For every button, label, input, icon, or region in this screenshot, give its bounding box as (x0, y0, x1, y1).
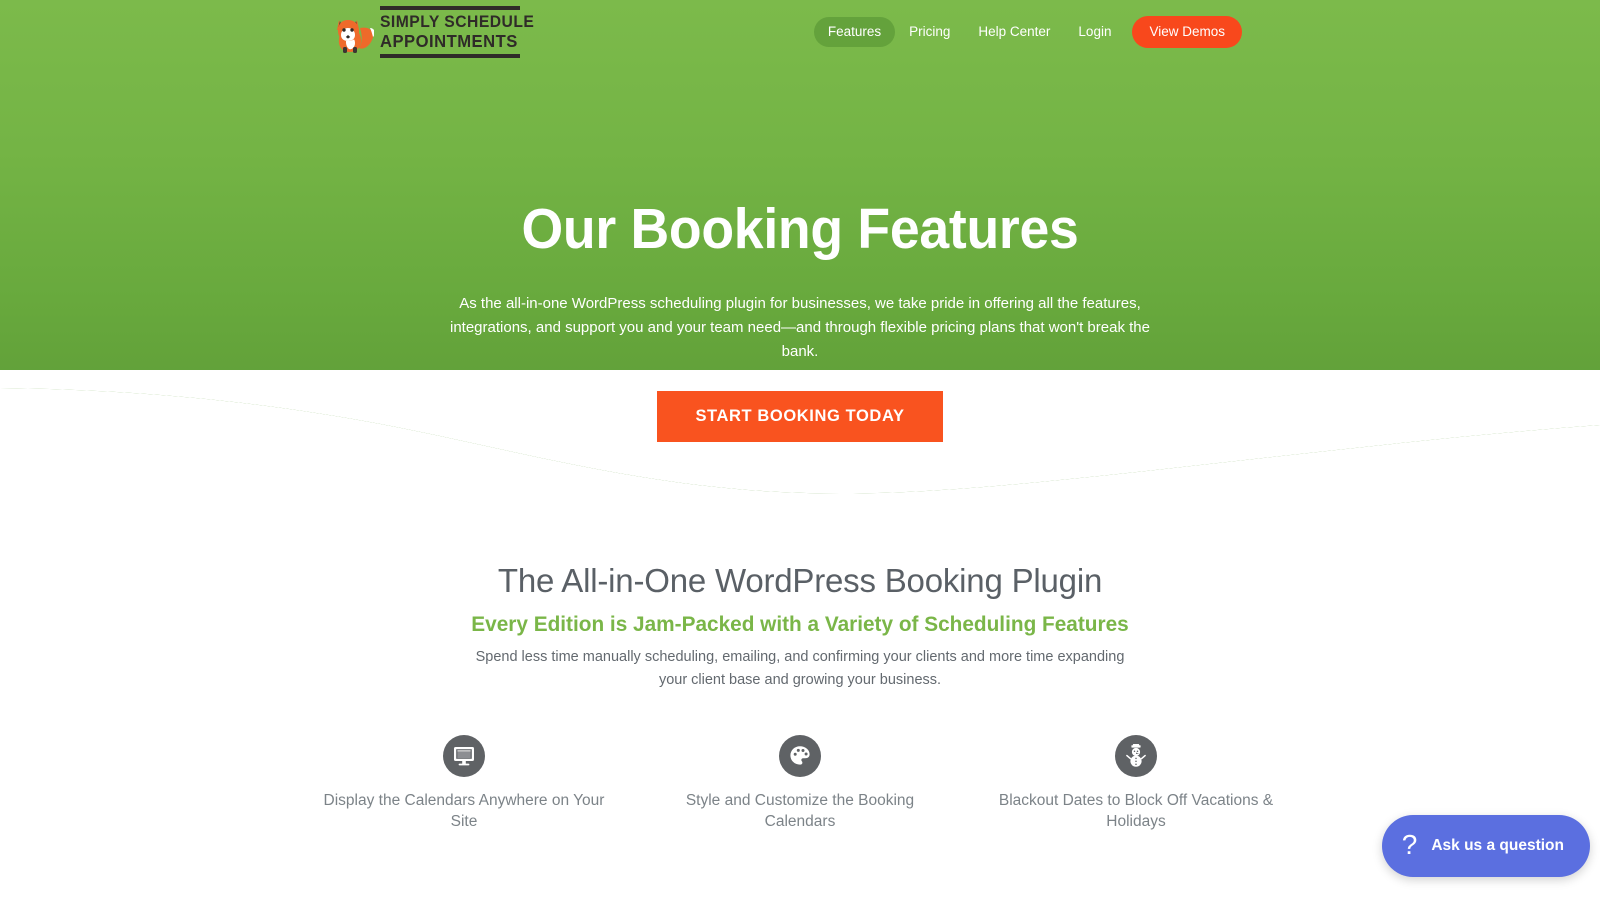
site-logo[interactable]: SIMPLY SCHEDULE APPOINTMENTS (330, 6, 535, 58)
section-subtitle: Every Edition is Jam-Packed with a Varie… (471, 612, 1129, 636)
hero-cta-container: START BOOKING TODAY (0, 390, 1600, 455)
fox-mascot-icon (337, 20, 374, 53)
section-title: The All-in-One WordPress Booking Plugin (497, 562, 1103, 599)
site-header: SIMPLY SCHEDULE APPOINTMENTS Features Pr… (0, 0, 1600, 64)
logo-wordmark: SIMPLY SCHEDULE APPOINTMENTS (380, 6, 535, 58)
intro-section: The All-in-One WordPress Booking Plugin … (0, 560, 1600, 691)
snowman-icon (1115, 735, 1157, 777)
feature-item-blackout-dates: Blackout Dates to Block Off Vacations & … (976, 735, 1296, 833)
logo-text-line-2: APPOINTMENTS (380, 30, 518, 51)
logo-rule-bottom (380, 54, 520, 58)
palette-icon (779, 735, 821, 777)
nav-item-login[interactable]: Login (1064, 17, 1125, 47)
feature-item-style-customize: Style and Customize the Booking Calendar… (640, 735, 960, 833)
nav-item-features[interactable]: Features (813, 17, 896, 47)
chat-widget-label: Ask us a question (1431, 837, 1564, 854)
features-row: Display the Calendars Anywhere on Your S… (0, 735, 1600, 833)
logo-rule-top (380, 6, 520, 10)
nav-item-help-center[interactable]: Help Center (964, 17, 1064, 47)
logo-text-line-1: SIMPLY SCHEDULE (380, 13, 535, 31)
page-root: SIMPLY SCHEDULE APPOINTMENTS Features Pr… (0, 0, 1600, 907)
main-navigation: Features Pricing Help Center Login View … (813, 16, 1242, 48)
feature-caption: Blackout Dates to Block Off Vacations & … (998, 792, 1274, 830)
question-mark-icon: ? (1401, 829, 1418, 860)
feature-item-display-calendars: Display the Calendars Anywhere on Your S… (304, 735, 624, 833)
monitor-icon (443, 735, 485, 777)
hero-subtitle: As the all-in-one WordPress scheduling p… (450, 294, 1150, 361)
nav-item-pricing[interactable]: Pricing (895, 17, 964, 47)
section-body-text: Spend less time manually scheduling, ema… (475, 649, 1125, 688)
nav-view-demos-button[interactable]: View Demos (1132, 16, 1242, 48)
feature-caption: Display the Calendars Anywhere on Your S… (323, 792, 605, 830)
start-booking-today-button[interactable]: START BOOKING TODAY (657, 390, 943, 442)
hero-content: Our Booking Features As the all-in-one W… (0, 0, 1600, 455)
chat-widget-button[interactable]: ? Ask us a question (1381, 815, 1590, 877)
hero-cta-frame: START BOOKING TODAY (657, 390, 956, 455)
feature-caption: Style and Customize the Booking Calendar… (685, 792, 915, 830)
